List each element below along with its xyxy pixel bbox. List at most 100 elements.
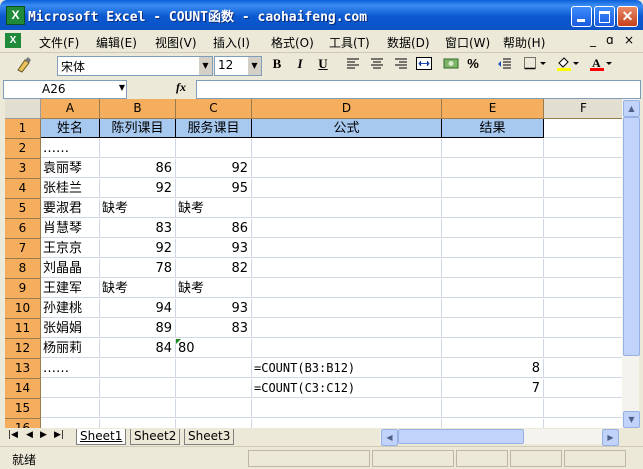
cell-b9[interactable]: 缺考 [100, 279, 176, 298]
insert-function-icon[interactable]: fx [176, 80, 186, 95]
cell-f1[interactable] [544, 119, 622, 138]
row-header[interactable]: 12 [5, 339, 41, 359]
cell-c12[interactable]: 80 [176, 339, 252, 358]
decrease-indent-icon[interactable] [495, 56, 515, 76]
scroll-left-icon[interactable]: ◀ [381, 429, 398, 446]
first-sheet-icon[interactable]: |◀ [8, 430, 18, 440]
row-header[interactable]: 5 [5, 199, 41, 219]
column-header-c[interactable]: C [176, 99, 252, 119]
row-header[interactable]: 1 [5, 119, 41, 139]
cell-a3[interactable]: 袁丽琴 [41, 159, 100, 178]
cell-f11[interactable] [544, 319, 622, 338]
cell-d6[interactable] [252, 219, 442, 238]
row-header[interactable]: 8 [5, 259, 41, 279]
cell-b15[interactable] [100, 399, 176, 418]
merge-center-icon[interactable] [413, 56, 435, 76]
column-header-a[interactable]: A [41, 99, 100, 119]
cell-f4[interactable] [544, 179, 622, 198]
maximize-button[interactable] [594, 6, 615, 27]
font-name-select[interactable]: 宋体 ▼ [57, 56, 213, 76]
cell-e9[interactable] [442, 279, 544, 298]
horizontal-scroll-thumb[interactable] [398, 429, 524, 444]
cell-d5[interactable] [252, 199, 442, 218]
cell-f7[interactable] [544, 239, 622, 258]
currency-icon[interactable] [440, 56, 462, 76]
cell-d15[interactable] [252, 399, 442, 418]
menu-file[interactable]: 文件(F) [39, 34, 79, 51]
cell-b14[interactable] [100, 379, 176, 398]
cell-d7[interactable] [252, 239, 442, 258]
cell-a5[interactable]: 要淑君 [41, 199, 100, 218]
cell-e13[interactable]: 8 [442, 359, 544, 378]
row-header[interactable]: 2 [5, 139, 41, 159]
cell-c6[interactable]: 86 [176, 219, 252, 238]
cell-e11[interactable] [442, 319, 544, 338]
cell-d2[interactable] [252, 139, 442, 158]
cell-e15[interactable] [442, 399, 544, 418]
cell-f15[interactable] [544, 399, 622, 418]
percent-button[interactable]: % [464, 56, 482, 76]
column-header-d[interactable]: D [252, 99, 442, 119]
cell-b10[interactable]: 94 [100, 299, 176, 318]
minimize-button[interactable] [571, 6, 592, 27]
cell-a1[interactable]: 姓名 [41, 119, 100, 138]
cell-c2[interactable] [176, 139, 252, 158]
chevron-down-icon[interactable]: ▼ [119, 83, 125, 92]
prev-sheet-icon[interactable]: ◀ [26, 430, 33, 440]
cell-c1[interactable]: 服务课目 [176, 119, 252, 138]
menu-help[interactable]: 帮助(H) [503, 34, 545, 51]
doc-restore-button[interactable]: ɑ [606, 33, 614, 47]
cell-b8[interactable]: 78 [100, 259, 176, 278]
cell-d14[interactable]: =COUNT(C3:C12) [252, 379, 442, 398]
cell-b4[interactable]: 92 [100, 179, 176, 198]
cell-b6[interactable]: 83 [100, 219, 176, 238]
cell-d3[interactable] [252, 159, 442, 178]
format-painter-icon[interactable] [14, 56, 34, 76]
cell-a13[interactable]: …… [41, 359, 100, 378]
cell-a15[interactable] [41, 399, 100, 418]
cell-b13[interactable] [100, 359, 176, 378]
cell-a8[interactable]: 刘晶晶 [41, 259, 100, 278]
last-sheet-icon[interactable]: ▶| [54, 430, 64, 440]
menu-window[interactable]: 窗口(W) [445, 34, 490, 51]
cell-a4[interactable]: 张桂兰 [41, 179, 100, 198]
row-header[interactable]: 11 [5, 319, 41, 339]
cell-f8[interactable] [544, 259, 622, 278]
cell-c14[interactable] [176, 379, 252, 398]
row-header[interactable]: 4 [5, 179, 41, 199]
row-header[interactable]: 3 [5, 159, 41, 179]
cell-d11[interactable] [252, 319, 442, 338]
cell-f13[interactable] [544, 359, 622, 378]
font-color-icon[interactable]: A [588, 56, 614, 76]
cell-d4[interactable] [252, 179, 442, 198]
cell-c16[interactable] [176, 419, 252, 428]
cell-d9[interactable] [252, 279, 442, 298]
column-header-f[interactable]: F [544, 99, 622, 119]
font-size-select[interactable]: 12 ▼ [214, 56, 262, 76]
cell-b2[interactable] [100, 139, 176, 158]
select-all-corner[interactable] [5, 99, 41, 119]
cell-a6[interactable]: 肖慧琴 [41, 219, 100, 238]
cell-d13[interactable]: =COUNT(B3:B12) [252, 359, 442, 378]
cell-a10[interactable]: 孙建桃 [41, 299, 100, 318]
align-right-icon[interactable] [390, 56, 412, 76]
cell-f10[interactable] [544, 299, 622, 318]
row-header[interactable]: 15 [5, 399, 41, 419]
row-header[interactable]: 9 [5, 279, 41, 299]
doc-minimize-button[interactable]: _ [590, 33, 596, 47]
scroll-down-icon[interactable]: ▼ [623, 411, 640, 428]
row-header[interactable]: 13 [5, 359, 41, 379]
error-indicator-icon[interactable] [176, 339, 181, 344]
menu-format[interactable]: 格式(O) [271, 34, 314, 51]
cell-c15[interactable] [176, 399, 252, 418]
row-header[interactable]: 16 [5, 419, 41, 428]
cell-e4[interactable] [442, 179, 544, 198]
cell-d16[interactable] [252, 419, 442, 428]
fill-color-icon[interactable] [555, 56, 581, 76]
scroll-up-icon[interactable]: ▲ [623, 100, 640, 117]
cell-e1[interactable]: 结果 [442, 119, 544, 138]
cell-c9[interactable]: 缺考 [176, 279, 252, 298]
cell-e3[interactable] [442, 159, 544, 178]
cell-b12[interactable]: 84 [100, 339, 176, 358]
cell-a11[interactable]: 张娟娟 [41, 319, 100, 338]
